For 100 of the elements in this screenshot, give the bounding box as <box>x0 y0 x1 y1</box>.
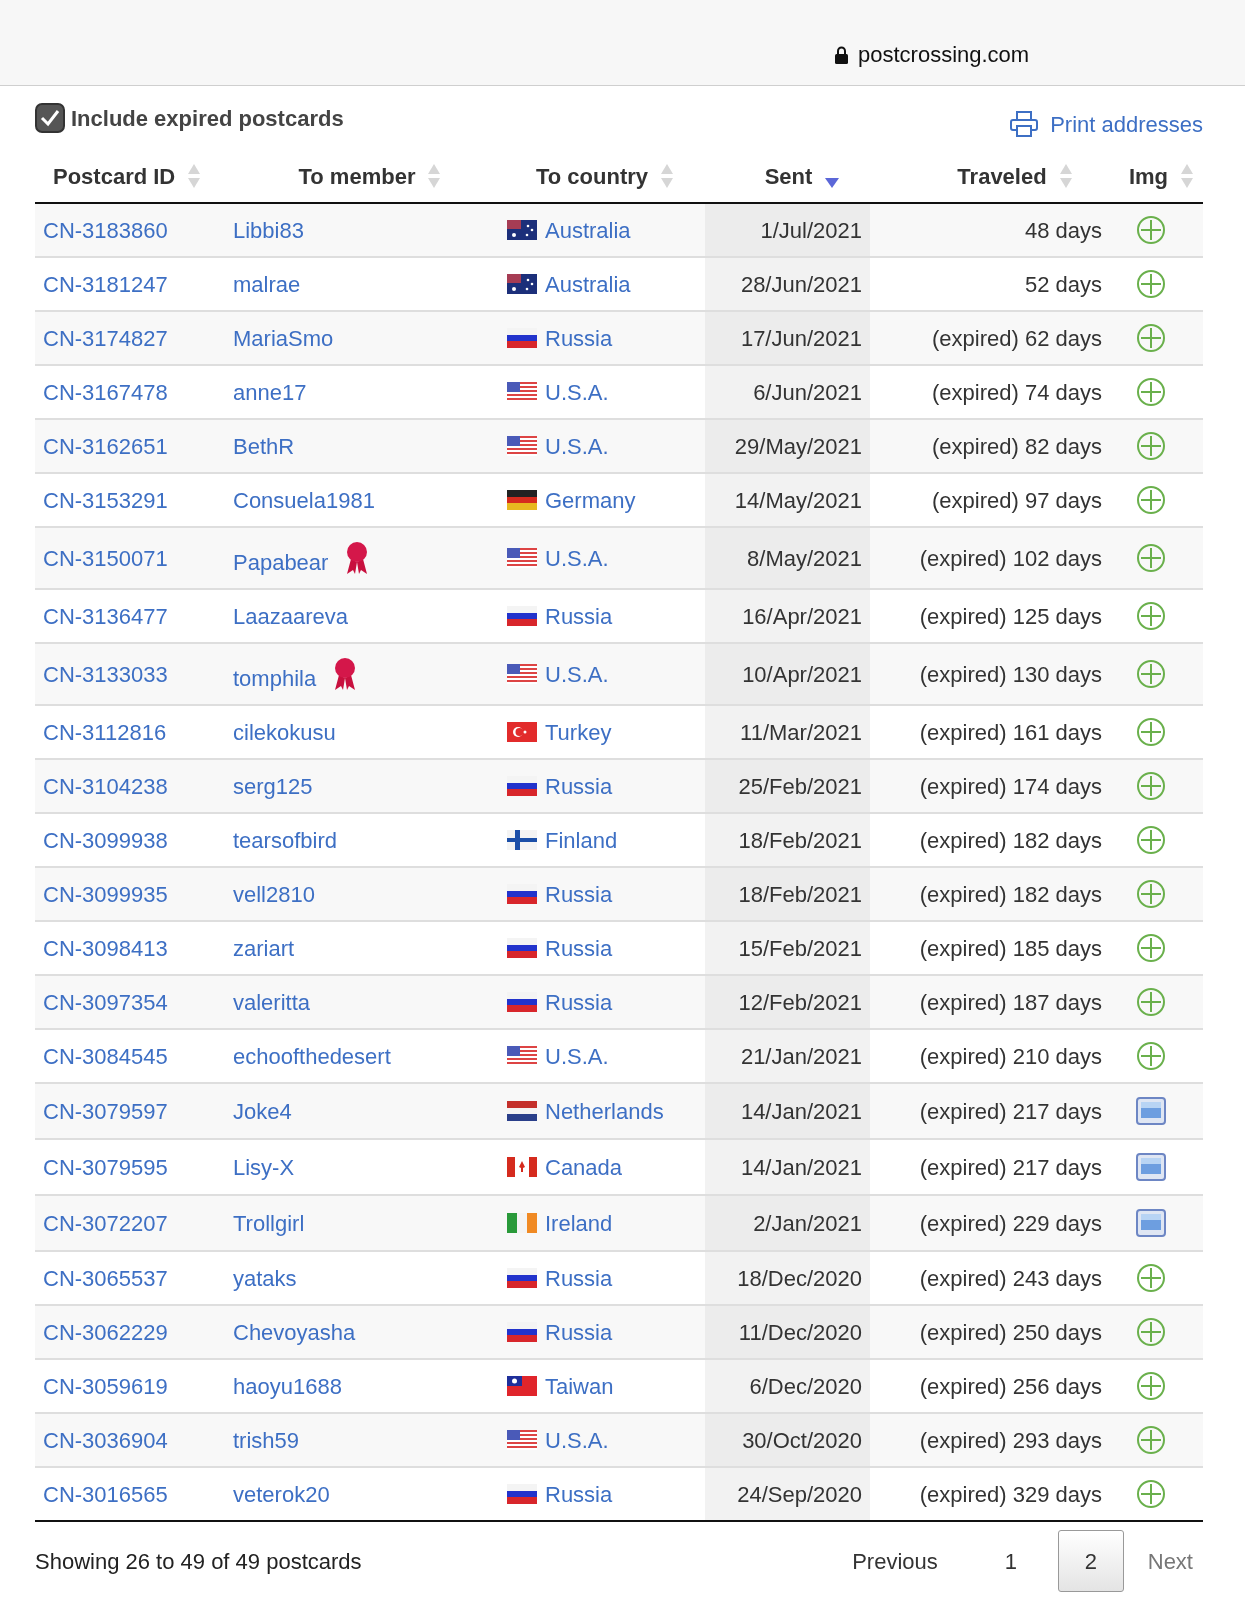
postcard-id-link[interactable]: CN-3099938 <box>43 823 168 857</box>
member-link[interactable]: Trollgirl <box>233 1206 305 1240</box>
add-icon[interactable] <box>1135 825 1166 855</box>
postcard-id-link[interactable]: CN-3174827 <box>43 321 168 355</box>
postcard-id-link[interactable]: CN-3150071 <box>43 541 168 575</box>
country-link[interactable]: U.S.A. <box>545 429 609 463</box>
country-link[interactable]: Russia <box>545 1261 613 1295</box>
column-header[interactable]: Traveled <box>957 159 1047 193</box>
add-icon[interactable] <box>1135 1371 1166 1401</box>
add-icon[interactable] <box>1135 543 1166 573</box>
member-link[interactable]: valeritta <box>233 985 311 1019</box>
column-header[interactable]: Postcard ID <box>53 159 176 193</box>
member-link[interactable]: tomphila <box>233 661 317 695</box>
member-link[interactable]: Lisy-X <box>233 1150 295 1184</box>
member-link[interactable]: Consuela1981 <box>233 483 375 517</box>
add-icon[interactable] <box>1135 1263 1166 1293</box>
postcard-id-link[interactable]: CN-3016565 <box>43 1477 168 1511</box>
postcard-id-link[interactable]: CN-3183860 <box>43 213 168 247</box>
member-link[interactable]: zariart <box>233 931 295 965</box>
country-link[interactable]: Finland <box>545 823 618 857</box>
member-link[interactable]: Laazaareva <box>233 599 348 633</box>
postcard-id-link[interactable]: CN-3099935 <box>43 877 168 911</box>
member-link[interactable]: yataks <box>233 1261 297 1295</box>
postcard-id-link[interactable]: CN-3162651 <box>43 429 168 463</box>
postcard-id-link[interactable]: CN-3112816 <box>43 715 167 749</box>
previous-link[interactable]: Previous <box>842 1544 948 1578</box>
member-link[interactable]: vell2810 <box>233 877 315 911</box>
country-link[interactable]: Canada <box>545 1150 623 1184</box>
country-link[interactable]: Russia <box>545 599 613 633</box>
postcard-id-link[interactable]: CN-3181247 <box>43 267 168 301</box>
add-icon[interactable] <box>1135 879 1166 909</box>
postcard-id-link[interactable]: CN-3133033 <box>43 657 168 691</box>
country-link[interactable]: Taiwan <box>545 1369 614 1403</box>
member-link[interactable]: anne17 <box>233 375 307 409</box>
add-icon[interactable] <box>1135 215 1166 245</box>
add-icon[interactable] <box>1135 1479 1166 1509</box>
print-addresses-link[interactable]: Print addresses <box>1010 107 1203 141</box>
country-link[interactable]: Australia <box>545 267 631 301</box>
add-icon[interactable] <box>1135 987 1166 1017</box>
postcard-id-link[interactable]: CN-3036904 <box>43 1423 168 1457</box>
image-icon[interactable] <box>1135 1097 1166 1125</box>
add-icon[interactable] <box>1135 659 1166 689</box>
add-icon[interactable] <box>1135 1317 1166 1347</box>
postcard-id-link[interactable]: CN-3104238 <box>43 769 168 803</box>
page-link[interactable]: 2 <box>1057 1530 1124 1592</box>
country-link[interactable]: Turkey <box>545 715 612 749</box>
postcard-id-link[interactable]: CN-3065537 <box>43 1261 168 1295</box>
image-icon[interactable] <box>1135 1153 1166 1181</box>
country-link[interactable]: Russia <box>545 321 613 355</box>
postcard-id-link[interactable]: CN-3136477 <box>43 599 168 633</box>
add-icon[interactable] <box>1135 771 1166 801</box>
member-link[interactable]: BethR <box>233 429 295 463</box>
page-link[interactable]: 1 <box>977 1530 1044 1592</box>
column-header[interactable]: To member <box>298 159 416 193</box>
postcard-id-link[interactable]: CN-3167478 <box>43 375 168 409</box>
member-link[interactable]: malrae <box>233 267 301 301</box>
member-link[interactable]: trish59 <box>233 1423 300 1457</box>
member-link[interactable]: veterok20 <box>233 1477 330 1511</box>
member-link[interactable]: Papabear <box>233 545 329 579</box>
member-link[interactable]: Libbi83 <box>233 213 304 247</box>
country-link[interactable]: Ireland <box>545 1206 613 1240</box>
column-header[interactable]: Img <box>1128 159 1169 193</box>
add-icon[interactable] <box>1135 269 1166 299</box>
country-link[interactable]: U.S.A. <box>545 657 609 691</box>
postcard-id-link[interactable]: CN-3084545 <box>43 1039 168 1073</box>
postcard-id-link[interactable]: CN-3153291 <box>43 483 168 517</box>
add-icon[interactable] <box>1135 717 1166 747</box>
image-icon[interactable] <box>1135 1209 1166 1237</box>
postcard-id-link[interactable]: CN-3079597 <box>43 1094 168 1128</box>
checkbox[interactable] <box>35 103 65 133</box>
member-link[interactable]: echoofthedesert <box>233 1039 391 1073</box>
member-link[interactable]: haoyu1688 <box>233 1369 342 1403</box>
country-link[interactable]: Russia <box>545 1315 613 1349</box>
add-icon[interactable] <box>1135 485 1166 515</box>
postcard-id-link[interactable]: CN-3079595 <box>43 1150 168 1184</box>
member-link[interactable]: MariaSmo <box>233 321 334 355</box>
member-link[interactable]: Chevoyasha <box>233 1315 356 1349</box>
column-header[interactable]: Sent <box>764 159 813 193</box>
country-link[interactable]: U.S.A. <box>545 1423 609 1457</box>
add-icon[interactable] <box>1135 1041 1166 1071</box>
country-link[interactable]: U.S.A. <box>545 541 609 575</box>
country-link[interactable]: Australia <box>545 213 631 247</box>
country-link[interactable]: Russia <box>545 769 613 803</box>
country-link[interactable]: Russia <box>545 931 613 965</box>
add-icon[interactable] <box>1135 323 1166 353</box>
country-link[interactable]: Russia <box>545 1477 613 1511</box>
country-link[interactable]: Germany <box>545 483 636 517</box>
add-icon[interactable] <box>1135 1425 1166 1455</box>
member-link[interactable]: tearsofbird <box>233 823 337 857</box>
add-icon[interactable] <box>1135 431 1166 461</box>
postcard-id-link[interactable]: CN-3072207 <box>43 1206 168 1240</box>
postcard-id-link[interactable]: CN-3097354 <box>43 985 168 1019</box>
column-header[interactable]: To country <box>536 159 648 193</box>
country-link[interactable]: U.S.A. <box>545 1039 609 1073</box>
member-link[interactable]: cilekokusu <box>233 715 336 749</box>
add-icon[interactable] <box>1135 933 1166 963</box>
country-link[interactable]: Russia <box>545 985 613 1019</box>
next-link[interactable]: Next <box>1137 1544 1203 1578</box>
add-icon[interactable] <box>1135 601 1166 631</box>
postcard-id-link[interactable]: CN-3059619 <box>43 1369 168 1403</box>
